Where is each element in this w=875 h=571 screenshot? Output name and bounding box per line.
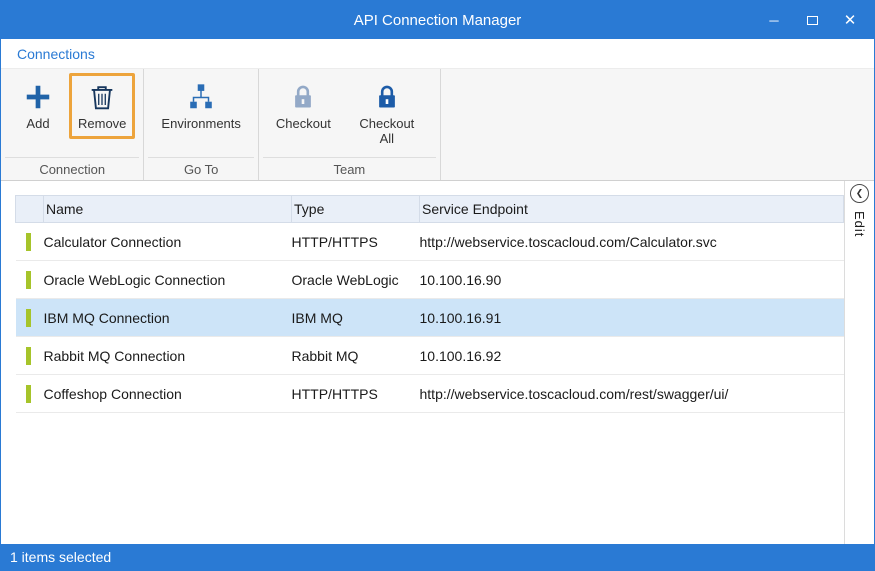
row-endpoint[interactable]: http://webservice.toscacloud.com/Calcula… xyxy=(420,223,844,261)
checkout-all-button[interactable]: Checkout All xyxy=(342,73,432,154)
header-name[interactable]: Name xyxy=(44,196,292,223)
ribbon: Add Remove Connection xyxy=(1,69,874,181)
remove-button[interactable]: Remove xyxy=(69,73,135,139)
row-endpoint[interactable]: http://webservice.toscacloud.com/rest/sw… xyxy=(420,375,844,413)
ribbon-group-label-team: Team xyxy=(263,157,436,180)
checkout-button[interactable]: Checkout xyxy=(267,73,340,139)
table-header-row: Name Type Service Endpoint xyxy=(16,196,844,223)
checkout-button-label: Checkout xyxy=(276,117,331,132)
status-text: 1 items selected xyxy=(10,549,111,565)
minimize-button[interactable]: ─ xyxy=(766,10,782,30)
tab-connections[interactable]: Connections xyxy=(17,46,95,62)
header-indicator-column xyxy=(16,196,44,223)
header-service-endpoint[interactable]: Service Endpoint xyxy=(420,196,844,223)
header-type[interactable]: Type xyxy=(292,196,420,223)
edit-side-panel: ❮ Edit xyxy=(844,181,874,544)
connections-table: Name Type Service Endpoint Calculator Co… xyxy=(15,195,844,413)
row-type[interactable]: HTTP/HTTPS xyxy=(292,375,420,413)
row-indicator-cell xyxy=(16,375,44,413)
lock-all-icon xyxy=(373,79,401,115)
row-name[interactable]: Rabbit MQ Connection xyxy=(44,337,292,375)
row-name[interactable]: Calculator Connection xyxy=(44,223,292,261)
row-indicator-cell xyxy=(16,337,44,375)
expand-panel-button[interactable]: ❮ xyxy=(850,184,869,203)
ribbon-group-goto: Environments Go To xyxy=(144,69,258,180)
ribbon-group-team: Checkout Checkout All Team xyxy=(259,69,441,180)
window-title: API Connection Manager xyxy=(1,12,874,29)
add-button[interactable]: Add xyxy=(9,73,67,139)
row-indicator-cell xyxy=(16,223,44,261)
row-endpoint[interactable]: 10.100.16.90 xyxy=(420,261,844,299)
row-indicator-cell xyxy=(16,299,44,337)
status-bar: 1 items selected xyxy=(1,544,874,570)
status-indicator-bar xyxy=(26,233,31,251)
status-indicator-bar xyxy=(26,309,31,327)
titlebar[interactable]: API Connection Manager ─ ✕ xyxy=(1,1,874,39)
row-name[interactable]: IBM MQ Connection xyxy=(44,299,292,337)
table-body: Calculator Connection HTTP/HTTPS http://… xyxy=(16,223,844,413)
environments-button[interactable]: Environments xyxy=(152,73,249,139)
status-indicator-bar xyxy=(26,347,31,365)
close-button[interactable]: ✕ xyxy=(842,10,858,30)
status-indicator-bar xyxy=(26,271,31,289)
ribbon-group-connection: Add Remove Connection xyxy=(1,69,144,180)
table-row[interactable]: Coffeshop Connection HTTP/HTTPS http://w… xyxy=(16,375,844,413)
window-controls: ─ ✕ xyxy=(766,10,874,30)
maximize-button[interactable] xyxy=(804,10,820,30)
edit-panel-label[interactable]: Edit xyxy=(852,211,867,237)
remove-button-label: Remove xyxy=(78,117,126,132)
row-type[interactable]: Oracle WebLogic xyxy=(292,261,420,299)
table-row[interactable]: Calculator Connection HTTP/HTTPS http://… xyxy=(16,223,844,261)
app-window: API Connection Manager ─ ✕ Connections xyxy=(0,0,875,571)
row-endpoint[interactable]: 10.100.16.92 xyxy=(420,337,844,375)
checkout-all-button-label: Checkout All xyxy=(351,117,423,147)
row-type[interactable]: Rabbit MQ xyxy=(292,337,420,375)
table-row[interactable]: Rabbit MQ Connection Rabbit MQ 10.100.16… xyxy=(16,337,844,375)
environments-button-label: Environments xyxy=(161,117,240,132)
maximize-icon xyxy=(807,16,818,25)
row-indicator-cell xyxy=(16,261,44,299)
row-type[interactable]: IBM MQ xyxy=(292,299,420,337)
status-indicator-bar xyxy=(26,385,31,403)
row-name[interactable]: Coffeshop Connection xyxy=(44,375,292,413)
table-row[interactable]: Oracle WebLogic Connection Oracle WebLog… xyxy=(16,261,844,299)
ribbon-group-label-goto: Go To xyxy=(148,157,253,180)
environments-sitemap-icon xyxy=(186,79,216,115)
trash-icon xyxy=(87,79,117,115)
row-name[interactable]: Oracle WebLogic Connection xyxy=(44,261,292,299)
ribbon-tab-row: Connections xyxy=(1,39,874,69)
plus-icon xyxy=(23,79,53,115)
table-row[interactable]: IBM MQ Connection IBM MQ 10.100.16.91 xyxy=(16,299,844,337)
close-icon: ✕ xyxy=(844,13,857,28)
chevron-left-icon: ❮ xyxy=(856,188,864,199)
row-endpoint[interactable]: 10.100.16.91 xyxy=(420,299,844,337)
lock-icon xyxy=(289,79,317,115)
ribbon-group-label-connection: Connection xyxy=(5,157,139,180)
minimize-icon: ─ xyxy=(769,14,778,27)
add-button-label: Add xyxy=(26,117,49,132)
row-type[interactable]: HTTP/HTTPS xyxy=(292,223,420,261)
content-area: Name Type Service Endpoint Calculator Co… xyxy=(1,181,874,544)
connections-table-area: Name Type Service Endpoint Calculator Co… xyxy=(1,181,844,544)
